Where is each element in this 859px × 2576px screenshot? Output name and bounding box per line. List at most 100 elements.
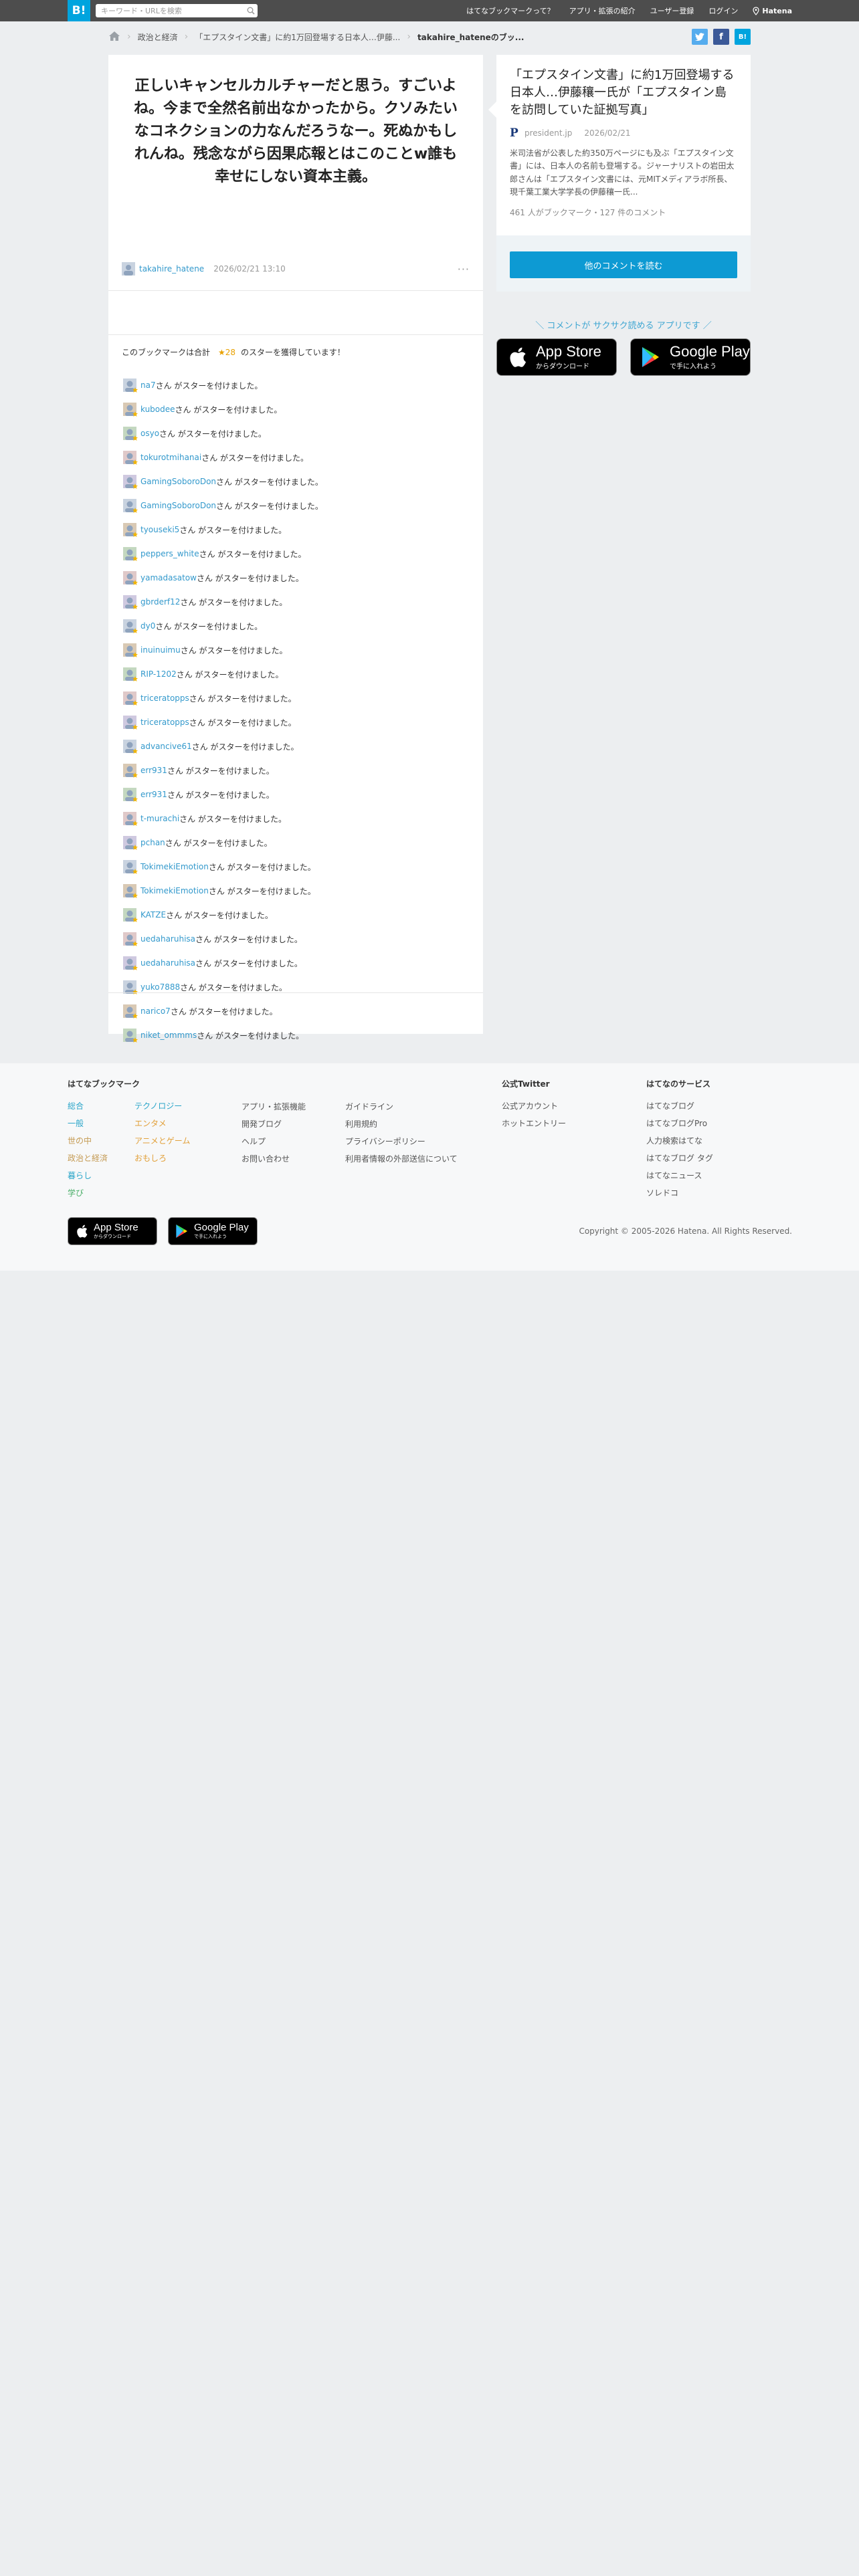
avatar[interactable] <box>122 859 138 875</box>
nav-apps[interactable]: アプリ・拡張の紹介 <box>569 5 636 16</box>
footer-app-store-badge[interactable]: App Store からダウンロード <box>68 1217 157 1245</box>
entry-bookmark-count[interactable]: 461 人がブックマーク・127 件のコメント <box>496 199 751 218</box>
entry-title[interactable]: 「エプスタイン文書」に約1万回登場する日本人…伊藤穰一氏が「エプスタイン島を訪問… <box>496 55 751 119</box>
star-user-link[interactable]: uedaharuhisa <box>140 934 195 944</box>
google-play-badge[interactable]: Google Play で手に入れよう <box>630 338 751 376</box>
star-user-link[interactable]: TokimekiEmotion <box>140 862 209 871</box>
app-store-badge[interactable]: App Store からダウンロード <box>496 338 617 376</box>
star-user-link[interactable]: niket_ommms <box>140 1031 197 1040</box>
comment-user-link[interactable]: takahire_hatene <box>139 264 204 274</box>
star-user-link[interactable]: osyo <box>140 429 159 438</box>
nav-about[interactable]: はてなブックマークって？ <box>466 5 554 16</box>
star-user-link[interactable]: dy0 <box>140 621 155 631</box>
avatar[interactable] <box>122 907 138 923</box>
footer-link[interactable]: はてなブログ <box>646 1100 713 1117</box>
avatar[interactable] <box>122 594 138 610</box>
footer-category-link[interactable]: 総合 <box>68 1100 108 1117</box>
search-input[interactable] <box>96 5 244 17</box>
avatar[interactable] <box>122 522 138 538</box>
footer-link[interactable]: 公式アカウント <box>502 1100 566 1117</box>
footer-link[interactable]: ホットエントリー <box>502 1117 566 1135</box>
footer-category-link[interactable]: 政治と経済 <box>68 1152 108 1170</box>
footer-category-link[interactable]: 世の中 <box>68 1135 108 1152</box>
avatar[interactable] <box>122 642 138 658</box>
star-user-link[interactable]: GamingSoboroDon <box>140 477 216 486</box>
footer-link[interactable]: 人力検索はてな <box>646 1135 713 1152</box>
footer-category-link[interactable]: テクノロジー <box>134 1100 190 1117</box>
avatar[interactable] <box>122 546 138 562</box>
avatar[interactable] <box>122 762 138 778</box>
home-icon[interactable] <box>108 31 120 43</box>
read-other-comments-button[interactable]: 他のコメントを読む <box>510 251 737 278</box>
star-user-link[interactable]: t-murachi <box>140 814 179 823</box>
star-user-link[interactable]: triceratopps <box>140 718 189 727</box>
star-user-link[interactable]: inuinuimu <box>140 645 181 655</box>
avatar[interactable] <box>122 377 138 393</box>
nav-login[interactable]: ログイン <box>708 5 738 16</box>
star-user-link[interactable]: KATZE <box>140 910 166 920</box>
avatar[interactable] <box>122 449 138 465</box>
avatar[interactable] <box>122 570 138 586</box>
avatar[interactable] <box>122 955 138 971</box>
footer-link[interactable]: お問い合わせ <box>242 1153 306 1170</box>
avatar[interactable] <box>122 883 138 899</box>
star-user-link[interactable]: gbrderf12 <box>140 597 180 607</box>
footer-link[interactable]: プライバシーポリシー <box>345 1136 458 1153</box>
avatar[interactable] <box>122 738 138 754</box>
star-user-link[interactable]: yuko7888 <box>140 982 180 992</box>
star-user-link[interactable]: GamingSoboroDon <box>140 501 216 510</box>
nav-register[interactable]: ユーザー登録 <box>650 5 694 16</box>
star-user-link[interactable]: narico7 <box>140 1006 171 1016</box>
twitter-share-button[interactable] <box>692 29 708 45</box>
star-user-link[interactable]: tokurotmihanai <box>140 453 201 462</box>
avatar[interactable] <box>122 1003 138 1019</box>
star-user-link[interactable]: TokimekiEmotion <box>140 886 209 895</box>
star-user-link[interactable]: advancive61 <box>140 742 192 751</box>
star-user-link[interactable]: err931 <box>140 790 167 799</box>
footer-category-link[interactable]: おもしろ <box>134 1152 190 1170</box>
avatar[interactable] <box>122 618 138 634</box>
footer-link[interactable]: はてなブログPro <box>646 1117 713 1135</box>
footer-category-link[interactable]: 暮らし <box>68 1170 108 1187</box>
avatar[interactable] <box>122 835 138 851</box>
avatar[interactable] <box>122 498 138 514</box>
star-user-link[interactable]: na7 <box>140 381 156 390</box>
avatar[interactable] <box>122 666 138 682</box>
breadcrumb-category[interactable]: 政治と経済 <box>138 31 178 43</box>
avatar[interactable] <box>122 714 138 730</box>
star-user-link[interactable]: err931 <box>140 766 167 775</box>
hatena-bookmark-logo[interactable]: B! <box>68 0 90 21</box>
hatena-share-button[interactable]: B! <box>735 29 751 45</box>
star-user-link[interactable]: tyouseki5 <box>140 525 179 534</box>
hatena-brand-link[interactable]: Hatena <box>753 7 792 15</box>
more-menu-icon[interactable]: ··· <box>458 263 470 276</box>
breadcrumb-entry[interactable]: 「エプスタイン文書」に約1万回登場する日本人…伊藤... <box>195 31 400 43</box>
avatar[interactable] <box>122 473 138 490</box>
star-user-link[interactable]: uedaharuhisa <box>140 958 195 968</box>
avatar[interactable] <box>122 811 138 827</box>
footer-category-link[interactable]: 一般 <box>68 1117 108 1135</box>
avatar[interactable] <box>122 262 135 276</box>
avatar[interactable] <box>122 786 138 802</box>
avatar[interactable] <box>122 931 138 947</box>
footer-link[interactable]: アプリ・拡張機能 <box>242 1101 306 1118</box>
footer-link[interactable]: 利用規約 <box>345 1118 458 1136</box>
footer-link[interactable]: ヘルプ <box>242 1136 306 1153</box>
footer-link[interactable]: ガイドライン <box>345 1101 458 1118</box>
avatar[interactable] <box>122 425 138 441</box>
star-user-link[interactable]: pchan <box>140 838 165 847</box>
footer-google-play-badge[interactable]: Google Play で手に入れよう <box>168 1217 258 1245</box>
footer-link[interactable]: はてなブログ タグ <box>646 1152 713 1170</box>
footer-link[interactable]: ソレドコ <box>646 1187 713 1204</box>
footer-link[interactable]: 開発ブログ <box>242 1118 306 1136</box>
avatar[interactable] <box>122 401 138 417</box>
footer-category-link[interactable]: 学び <box>68 1187 108 1204</box>
star-user-link[interactable]: peppers_white <box>140 549 199 558</box>
footer-category-link[interactable]: エンタメ <box>134 1117 190 1135</box>
search-icon[interactable] <box>244 4 258 17</box>
entry-source[interactable]: president.jp <box>524 128 572 138</box>
star-user-link[interactable]: triceratopps <box>140 693 189 703</box>
avatar[interactable] <box>122 1027 138 1043</box>
facebook-share-button[interactable]: f <box>713 29 729 45</box>
star-user-link[interactable]: RIP-1202 <box>140 669 177 679</box>
